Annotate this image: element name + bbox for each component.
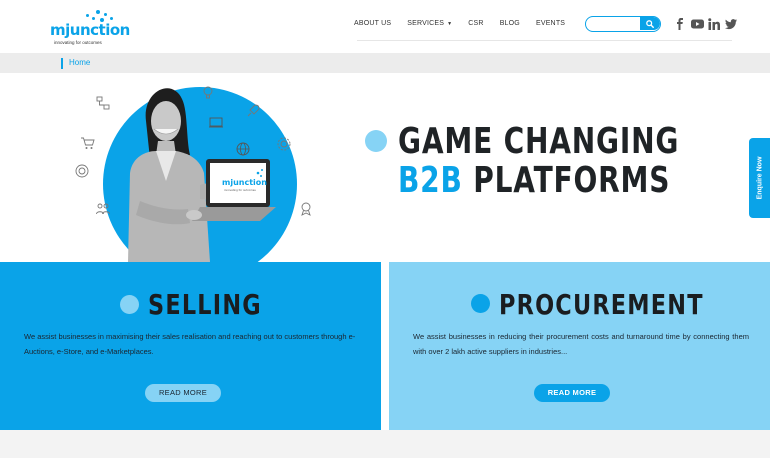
enquire-now-label: Enquire Now [756,156,763,200]
nav-label: CSR [468,20,484,27]
procurement-read-more-button[interactable]: READ MORE [534,384,610,402]
search-input[interactable] [586,17,642,30]
site-header: mjunction innovating for outcomes ABOUT … [0,0,770,52]
logo-wordmark: mjunction [50,21,130,39]
procurement-dot [471,294,490,313]
network-icon [96,96,110,110]
breadcrumb-home-link[interactable]: Home [69,58,90,67]
header-divider [357,40,732,41]
search-box [585,16,661,32]
nav-blog[interactable]: BLOG [500,20,520,27]
social-links [674,17,737,30]
hero-headline-line2: B2B PLATFORMS [398,163,670,199]
next-section-strip [0,430,770,458]
team-icon [96,203,110,215]
logo-dot [86,14,89,17]
search-icon [646,20,654,28]
logo-dot [96,10,100,14]
mjunction-logo[interactable]: mjunction innovating for outcomes [50,10,130,46]
nav-events[interactable]: EVENTS [536,20,565,27]
main-nav: ABOUT US SERVICES ▼ CSR BLOG EVENTS [354,20,581,27]
nav-csr[interactable]: CSR [468,20,483,27]
hero-headline-rest: PLATFORMS [462,160,671,201]
procurement-description: We assist businesses in reducing their p… [413,332,749,356]
svg-text:innovating for outcomes: innovating for outcomes [224,188,256,192]
page: mjunction innovating for outcomes ABOUT … [0,0,770,458]
selling-dot [120,295,139,314]
svg-text:mjunction: mjunction [222,178,267,187]
selling-description: We assist businesses in maximising their… [24,332,356,356]
logo-dot [92,17,95,20]
hero-headline-line1: GAME CHANGING [398,121,680,162]
breadcrumb-marker [61,58,63,69]
selling-panel: SELLING We assist businesses in maximisi… [0,262,381,430]
search-button[interactable] [640,17,660,30]
selling-title: SELLING [148,288,262,321]
youtube-icon[interactable] [691,17,704,29]
procurement-title: PROCUREMENT [499,288,704,321]
enquire-now-tab[interactable]: Enquire Now [749,138,770,218]
twitter-icon[interactable] [725,17,737,30]
nav-services[interactable]: SERVICES ▼ [407,20,452,27]
nav-label: SERVICES [407,20,445,27]
logo-dot [110,17,113,20]
nav-label: BLOG [499,20,520,27]
nav-label: ABOUT US [354,20,392,27]
selling-read-more-button[interactable]: READ MORE [145,384,221,402]
linkedin-icon[interactable] [708,17,720,30]
hero-headline-accent: B2B [398,160,463,201]
caret-down-icon: ▼ [447,20,453,27]
breadcrumb: Home [0,53,770,73]
businesswoman-laptop-illustration: mjunction innovating for outcomes [128,88,276,262]
award-icon [301,202,311,216]
hero-title-dot [365,130,387,152]
logo-tagline: innovating for outcomes [54,40,102,45]
hero-banner: mjunction innovating for outcomes GAME C… [0,73,770,262]
procurement-panel: PROCUREMENT We assist businesses in redu… [389,262,770,430]
nav-label: EVENTS [535,20,566,27]
nav-about-us[interactable]: ABOUT US [354,20,391,27]
shopping-cart-icon [81,137,95,149]
target-icon [75,164,89,178]
logo-dot [104,13,107,16]
facebook-icon[interactable] [674,17,686,30]
